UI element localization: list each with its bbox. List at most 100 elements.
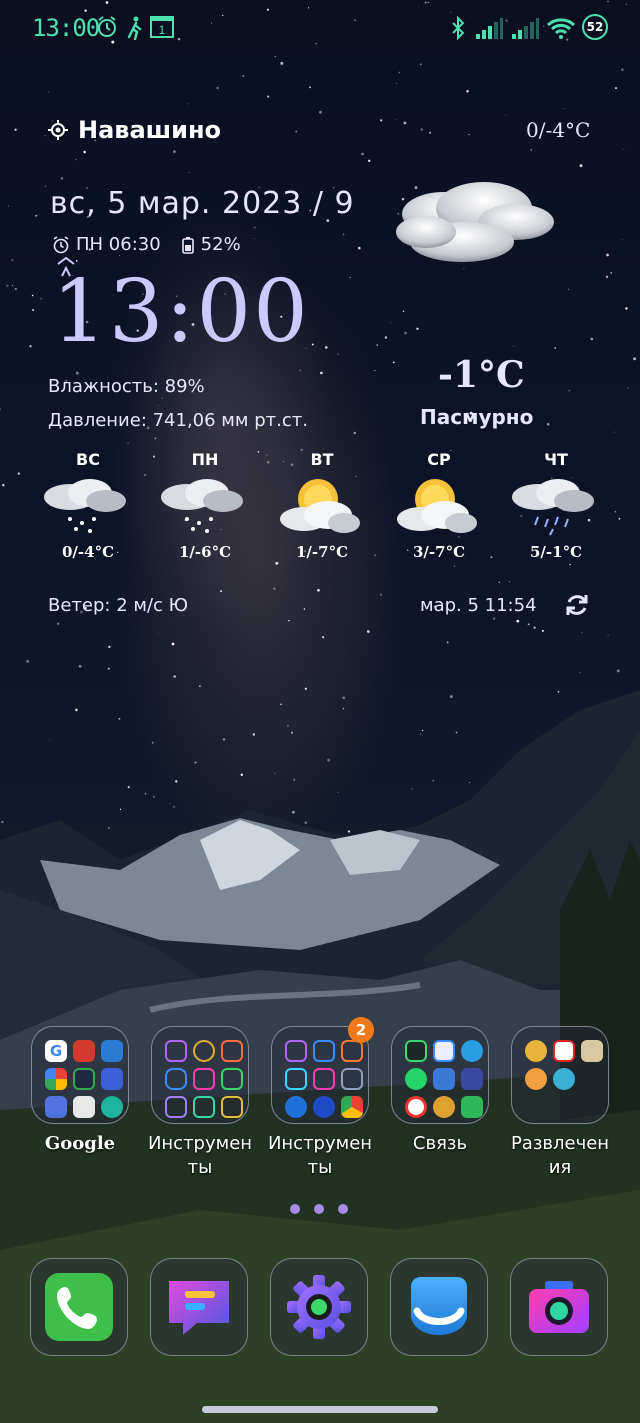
messenger-icon (461, 1068, 483, 1090)
forecast-day: ПН 1/-6°C (147, 450, 263, 561)
game-icon (581, 1040, 603, 1062)
photos-icon (101, 1040, 123, 1062)
folder-tools-2[interactable]: 2 Инструмен ты (260, 1017, 380, 1180)
browser-app[interactable] (390, 1258, 488, 1356)
phone-app-icon (45, 1273, 113, 1341)
duo-icon (101, 1068, 123, 1090)
forecast-temp: 3/-7°C (412, 543, 466, 561)
next-alarm: ПН 06:30 52% (52, 234, 241, 255)
forecast-day-name: ВС (76, 450, 100, 469)
youtube-icon (73, 1040, 95, 1062)
location-target-icon (48, 120, 68, 140)
maps-icon (45, 1068, 67, 1090)
forecast-row: ВС 0/-4°C ПН 1/-6°C ВТ 1/-7°C СР 3/-7°C ЧТ 5/-1°C (30, 450, 630, 580)
calendar-app-icon (285, 1068, 307, 1090)
play-store-icon (73, 1068, 95, 1090)
forecast-temp: 0/-4°C (61, 543, 115, 561)
location[interactable]: Навашино (48, 116, 221, 144)
page-dot (290, 1204, 300, 1214)
snow-cloud-icon (161, 479, 243, 533)
notification-badge: 2 (348, 1017, 374, 1043)
whatsapp-icon (405, 1068, 427, 1090)
forecast-day: ВТ 1/-7°C (264, 450, 380, 561)
folder-tools-1[interactable]: Инструмен ты (140, 1026, 260, 1180)
folder-communication[interactable]: Связь (380, 1026, 500, 1156)
today-range: 0/-4°C (526, 118, 591, 142)
humidity: Влажность: 89% (48, 376, 205, 397)
radio-app-icon (221, 1040, 243, 1062)
folder-icon-grid (151, 1026, 249, 1124)
at-mail-icon (433, 1096, 455, 1118)
folder-icon-grid (391, 1026, 489, 1124)
chrome-icon (341, 1096, 363, 1118)
folder-google[interactable]: G Google (20, 1026, 140, 1156)
google-icon: G (45, 1040, 67, 1062)
shield-app-icon (193, 1096, 215, 1118)
globe-game-icon (553, 1068, 575, 1090)
grid-app-icon (165, 1040, 187, 1062)
infinity-app-icon (341, 1068, 363, 1090)
magazine-icon (553, 1040, 575, 1062)
messages-app[interactable] (150, 1258, 248, 1356)
notes-app-icon (221, 1096, 243, 1118)
battery-icon: 52 (582, 14, 608, 40)
folder-label: Развлечен ия (510, 1133, 610, 1178)
location-name: Навашино (78, 116, 222, 144)
forecast-temp: 5/-1°C (529, 543, 583, 561)
rain-cloud-icon (512, 479, 594, 536)
forecast-temp: 1/-7°C (295, 543, 349, 561)
battery-percent: 52% (200, 234, 241, 255)
bluetooth-icon (452, 16, 465, 40)
home-indicator[interactable] (202, 1406, 438, 1413)
browser-small-icon (313, 1096, 335, 1118)
camera-app[interactable] (510, 1258, 608, 1356)
partly-cloudy-icon (280, 479, 360, 533)
forecast-day-name: ПН (191, 450, 219, 469)
svg-text:1: 1 (159, 23, 166, 37)
phone-app[interactable] (30, 1258, 128, 1356)
forecast-day-name: СР (427, 450, 451, 469)
folder-label: Инструмен ты (147, 1133, 253, 1178)
pressure: Давление: 741,06 мм рт.ст. (48, 410, 308, 431)
current-condition: Пасмурно (420, 405, 534, 429)
folder-icon-grid: 2 (271, 1017, 374, 1124)
settings-app-icon (287, 1275, 351, 1339)
settings-app[interactable] (270, 1258, 368, 1356)
signal-1-icon (476, 18, 503, 39)
gallery-app-icon (341, 1040, 363, 1062)
folder-label: Google (44, 1133, 116, 1154)
refresh-icon[interactable] (564, 592, 590, 618)
page-dot (314, 1204, 324, 1214)
folder-icon-grid (511, 1026, 609, 1124)
alarm-time: ПН 06:30 (76, 234, 161, 255)
folder-label: Инструмен ты (267, 1133, 373, 1178)
tools-app-icon (193, 1068, 215, 1090)
forecast-day-name: ВТ (310, 450, 334, 469)
forecast-day: СР 3/-7°C (381, 450, 497, 561)
alarm-clock-icon (53, 235, 69, 253)
alarm-icon (98, 16, 116, 37)
forecast-day: ВС 0/-4°C (30, 450, 146, 561)
globe-app-icon (285, 1096, 307, 1118)
folder-label: Связь (412, 1133, 468, 1154)
telegram-icon (461, 1040, 483, 1062)
video-app-icon (313, 1068, 335, 1090)
drive-icon (45, 1096, 67, 1118)
camera-app-icon (529, 1281, 589, 1333)
xmpp-icon (433, 1040, 455, 1062)
assistant-icon (101, 1096, 123, 1118)
folder-icon-grid: G (31, 1026, 129, 1124)
audiobook-icon (525, 1040, 547, 1062)
phone-small-icon (405, 1040, 427, 1062)
wind: Ветер: 2 м/с Ю (48, 595, 189, 616)
battery-small-icon (181, 236, 194, 254)
snow-cloud-icon (44, 479, 126, 533)
page-indicator[interactable] (290, 1204, 348, 1214)
scanner-app-icon (313, 1040, 335, 1062)
wifi-icon (546, 18, 576, 39)
status-bar: 13:00 1 52 (0, 10, 640, 46)
big-clock[interactable]: 13:00 (52, 262, 310, 362)
messages-app-icon (169, 1281, 229, 1335)
folder-entertainment[interactable]: Развлечен ия (500, 1026, 620, 1180)
docs-icon (73, 1096, 95, 1118)
